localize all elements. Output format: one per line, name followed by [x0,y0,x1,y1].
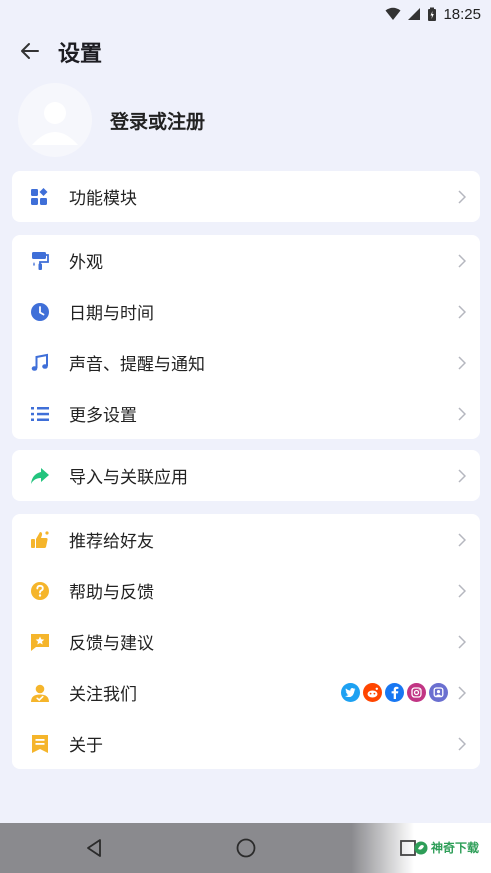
arrow-left-icon [21,43,39,59]
chevron-right-icon [456,736,468,752]
circle-home-icon [236,838,256,858]
user-placeholder-icon [32,102,78,145]
settings-group-community: 推荐给好友 帮助与反馈 反馈与建议 关注我们 关于 [12,514,480,769]
settings-item-label: 外观 [69,253,103,273]
settings-item-appearance[interactable]: 外观 [12,235,480,286]
mastodon-icon[interactable] [429,683,448,702]
chevron-right-icon [456,634,468,650]
status-time: 18:25 [443,5,481,23]
settings-item-label: 日期与时间 [69,304,154,324]
chevron-right-icon [456,468,468,484]
nav-back-button[interactable] [81,835,107,861]
watermark-text: 神奇下载 [430,841,479,855]
settings-item-label: 推荐给好友 [69,532,154,552]
settings-item-label: 帮助与反馈 [69,583,154,603]
thumbs-up-icon [28,528,52,552]
grid-modules-icon [28,185,52,209]
twitter-icon[interactable] [341,683,360,702]
feedback-star-icon [28,630,52,654]
system-navigation-bar: 神奇下载 [0,823,491,873]
settings-item-label: 声音、提醒与通知 [69,355,205,375]
chevron-right-icon [456,355,468,371]
settings-item-label: 更多设置 [69,406,137,426]
app-bar: 设置 [0,28,491,74]
list-settings-icon [28,402,52,426]
settings-item-label: 功能模块 [69,189,137,209]
watermark-logo: 神奇下载 [414,839,479,856]
triangle-back-icon [87,839,101,857]
chevron-right-icon [456,253,468,269]
settings-group-general: 外观 日期与时间 声音、提醒与通知 更多设置 [12,235,480,439]
social-links [341,683,448,702]
chevron-right-icon [456,189,468,205]
battery-icon [428,7,437,21]
signal-icon [408,8,421,20]
login-profile-row[interactable]: 登录或注册 [18,82,478,158]
paint-roller-icon [28,249,52,273]
page-title: 设置 [58,42,103,67]
settings-group-import: 导入与关联应用 [12,450,480,501]
nav-home-button[interactable] [233,835,259,861]
settings-item-label: 关于 [69,736,103,756]
chevron-right-icon [456,685,468,701]
settings-item-label: 导入与关联应用 [69,468,188,488]
settings-item-sound-notifications[interactable]: 声音、提醒与通知 [12,337,480,388]
music-note-icon [28,351,52,375]
status-bar: 18:25 [0,0,491,28]
login-register-label: 登录或注册 [110,110,206,133]
follow-user-icon [28,681,52,705]
watermark-overlay: 神奇下载 [351,823,491,873]
wifi-icon [385,7,401,20]
reddit-icon[interactable] [363,683,382,702]
settings-item-about[interactable]: 关于 [12,718,480,769]
settings-item-label: 关注我们 [69,685,137,705]
settings-item-label: 反馈与建议 [69,634,154,654]
chevron-right-icon [456,406,468,422]
settings-item-modules[interactable]: 功能模块 [12,171,480,222]
back-button[interactable] [14,36,46,66]
settings-item-import-apps[interactable]: 导入与关联应用 [12,450,480,501]
settings-item-help[interactable]: 帮助与反馈 [12,565,480,616]
settings-item-more-settings[interactable]: 更多设置 [12,388,480,439]
share-arrow-icon [28,464,52,488]
settings-group-modules: 功能模块 [12,171,480,222]
facebook-icon[interactable] [385,683,404,702]
help-circle-icon [28,579,52,603]
instagram-icon[interactable] [407,683,426,702]
settings-item-date-time[interactable]: 日期与时间 [12,286,480,337]
about-note-icon [28,732,52,756]
settings-item-feedback[interactable]: 反馈与建议 [12,616,480,667]
clock-icon [28,300,52,324]
leaf-logo-icon [414,841,428,854]
avatar [18,83,92,157]
settings-item-follow-us[interactable]: 关注我们 [12,667,480,718]
chevron-right-icon [456,583,468,599]
chevron-right-icon [456,304,468,320]
chevron-right-icon [456,532,468,548]
settings-item-recommend[interactable]: 推荐给好友 [12,514,480,565]
